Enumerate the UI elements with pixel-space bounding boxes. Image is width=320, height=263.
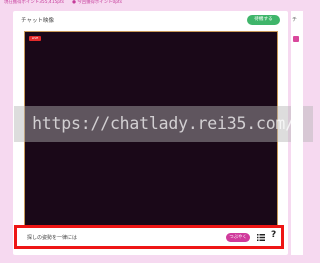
pin-icon: ● (72, 0, 76, 5)
message-input[interactable]: 探しの姿勢を一律には (27, 234, 77, 241)
standby-button[interactable]: 待機する (247, 15, 280, 25)
points-total: 現在獲得ポイント355,415pts (4, 0, 65, 5)
panel-title: チャット映像 (21, 18, 54, 24)
side-button[interactable] (293, 36, 299, 42)
chat-video-panel: チャット映像 待機する LIVE https://chatlady.rei35.… (13, 11, 313, 255)
tweet-button[interactable]: つぶやく (226, 233, 250, 242)
video-area: LIVE https://chatlady.rei35.com/ (14, 31, 313, 227)
points-session-label: 今回獲得ポイント0pts (77, 0, 123, 5)
side-panel: チ (291, 11, 303, 255)
side-tab[interactable]: チ (292, 16, 297, 23)
points-session: ● 今回獲得ポイント0pts (72, 0, 122, 6)
list-icon[interactable] (257, 234, 265, 241)
help-icon[interactable]: ? (271, 230, 276, 240)
message-bar: 探しの姿勢を一律には つぶやく ? (14, 225, 284, 249)
watermark-overlay: https://chatlady.rei35.com/ (14, 106, 313, 142)
points-bar: 現在獲得ポイント355,415pts ● 今回獲得ポイント0pts (0, 0, 299, 10)
live-badge: LIVE (29, 36, 41, 41)
